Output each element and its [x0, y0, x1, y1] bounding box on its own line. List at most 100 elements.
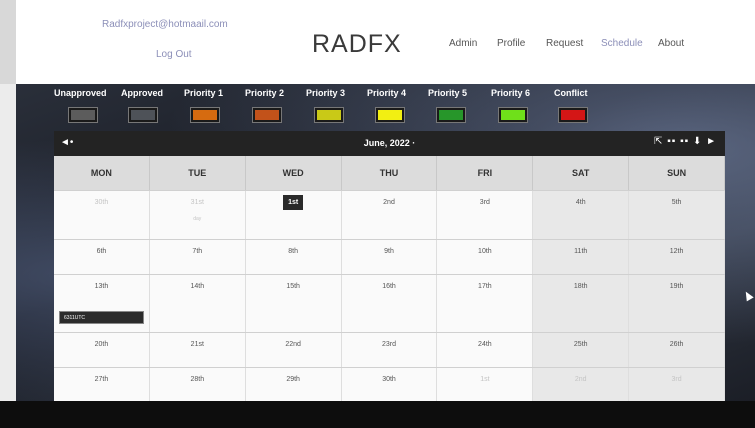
- calendar-week: 20th 21st 22nd 23rd 24th 25th 26th: [54, 332, 725, 367]
- day-cell[interactable]: 27th: [54, 368, 150, 402]
- calendar-view-controls[interactable]: ⇱ ▪▪ ▪▪ ⬇ ►: [654, 136, 717, 147]
- calendar-grid: 30th 31st day 1st 2nd 3rd 4th 5th 6th 7th…: [54, 190, 725, 402]
- day-cell[interactable]: 6th: [54, 240, 150, 274]
- bottom-bar: [0, 401, 755, 428]
- day-cell[interactable]: 9th: [341, 240, 438, 274]
- day-cell[interactable]: 1st: [437, 368, 534, 402]
- day-note: day: [193, 216, 202, 222]
- legend-label-priority-1: Priority 1: [184, 88, 224, 98]
- day-cell[interactable]: 25th: [533, 333, 630, 367]
- day-cell[interactable]: 23rd: [341, 333, 438, 367]
- day-cell[interactable]: 16th: [341, 275, 438, 332]
- day-cell[interactable]: 22nd: [245, 333, 342, 367]
- day-cell[interactable]: 8th: [245, 240, 342, 274]
- weekday-sun: SUN: [629, 156, 725, 190]
- day-cell[interactable]: 4th: [533, 191, 630, 239]
- day-number: 27th: [94, 376, 109, 383]
- user-email[interactable]: Radfxproject@hotmaail.com: [102, 19, 228, 30]
- nav-profile[interactable]: Profile: [497, 38, 525, 49]
- day-cell[interactable]: 5th: [629, 191, 725, 239]
- schedule-calendar: ◄• June, 2022 · ⇱ ▪▪ ▪▪ ⬇ ► MON TUE WED …: [54, 131, 725, 402]
- schedule-event[interactable]: 6311UTC: [59, 311, 144, 324]
- day-cell[interactable]: 18th: [533, 275, 630, 332]
- legend-swatch-priority-6: [498, 107, 528, 123]
- legend-label-priority-2: Priority 2: [245, 88, 285, 98]
- day-cell[interactable]: 30th: [341, 368, 438, 402]
- day-number: 16th: [382, 283, 396, 290]
- day-number: 14th: [190, 283, 205, 290]
- day-cell[interactable]: 30th: [54, 191, 150, 239]
- day-number: 28th: [190, 376, 205, 383]
- day-cell[interactable]: 12th: [629, 240, 725, 274]
- day-cell[interactable]: 7th: [149, 240, 246, 274]
- day-number: 18th: [573, 283, 588, 290]
- legend-label-priority-4: Priority 4: [367, 88, 407, 98]
- nav-request[interactable]: Request: [546, 38, 583, 49]
- day-cell[interactable]: 11th: [533, 240, 630, 274]
- legend-label-unapproved: Unapproved: [54, 88, 107, 98]
- day-number: 3rd: [479, 199, 490, 206]
- day-cell-today[interactable]: 1st: [245, 191, 342, 239]
- weekday-header: MON TUE WED THU FRI SAT SUN: [54, 156, 725, 190]
- day-cell[interactable]: 24th: [437, 333, 534, 367]
- day-number: 6th: [96, 248, 107, 255]
- day-number: 2nd: [383, 199, 395, 206]
- day-cell[interactable]: 2nd: [341, 191, 438, 239]
- day-number: 13th: [94, 283, 109, 290]
- day-number: 17th: [478, 283, 492, 290]
- legend-label-priority-3: Priority 3: [306, 88, 346, 98]
- day-cell[interactable]: 20th: [54, 333, 150, 367]
- day-cell[interactable]: 2nd: [533, 368, 630, 402]
- day-number: 7th: [192, 248, 203, 255]
- calendar-week: 27th 28th 29th 30th 1st 2nd 3rd: [54, 367, 725, 402]
- day-number: 30th: [94, 199, 109, 206]
- day-cell[interactable]: 29th: [245, 368, 342, 402]
- day-number: 22nd: [285, 341, 301, 348]
- weekday-fri: FRI: [437, 156, 534, 190]
- day-cell[interactable]: 17th: [437, 275, 534, 332]
- day-cell[interactable]: 14th: [149, 275, 246, 332]
- legend-swatch-approved: [128, 107, 158, 123]
- legend-swatch-priority-3: [314, 107, 344, 123]
- day-cell[interactable]: 31st day: [149, 191, 246, 239]
- month-title[interactable]: June, 2022 ·: [54, 138, 725, 148]
- calendar-week: 30th 31st day 1st 2nd 3rd 4th 5th: [54, 190, 725, 239]
- app-frame: Radfxproject@hotmaail.com Log Out RADFX …: [0, 0, 755, 428]
- weekday-wed: WED: [246, 156, 342, 190]
- day-number: 15th: [286, 283, 300, 290]
- day-number: 25th: [573, 341, 588, 348]
- day-cell[interactable]: 15th: [245, 275, 342, 332]
- nav-schedule[interactable]: Schedule: [601, 38, 643, 49]
- weekday-thu: THU: [342, 156, 438, 190]
- legend-label-priority-6: Priority 6: [491, 88, 531, 98]
- site-header: Radfxproject@hotmaail.com Log Out RADFX …: [16, 0, 755, 84]
- day-number: 5th: [671, 199, 682, 206]
- day-number: 29th: [286, 376, 300, 383]
- day-number: 9th: [384, 248, 394, 255]
- logout-link[interactable]: Log Out: [156, 49, 192, 60]
- day-number: 24th: [478, 341, 492, 348]
- day-number: 21st: [190, 341, 204, 348]
- weekday-tue: TUE: [150, 156, 246, 190]
- day-number: 8th: [288, 248, 299, 255]
- day-cell[interactable]: 10th: [437, 240, 534, 274]
- day-number: 19th: [669, 283, 684, 290]
- day-cell[interactable]: 26th: [629, 333, 725, 367]
- nav-admin[interactable]: Admin: [449, 38, 477, 49]
- day-cell[interactable]: 28th: [149, 368, 246, 402]
- day-number: 2nd: [574, 376, 587, 383]
- legend-label-priority-5: Priority 5: [428, 88, 468, 98]
- site-logo: RADFX: [312, 30, 402, 58]
- page-margin: [0, 84, 16, 402]
- legend-label-conflict: Conflict: [554, 88, 588, 98]
- day-cell[interactable]: 19th: [629, 275, 725, 332]
- day-number: 4th: [575, 199, 586, 206]
- day-cell[interactable]: 13th 6311UTC: [54, 275, 150, 332]
- weekday-sat: SAT: [533, 156, 630, 190]
- day-cell[interactable]: 3rd: [629, 368, 725, 402]
- day-cell[interactable]: 21st: [149, 333, 246, 367]
- day-number: 31st: [190, 199, 204, 206]
- nav-about[interactable]: About: [658, 38, 684, 49]
- day-number: 12th: [669, 248, 684, 255]
- day-cell[interactable]: 3rd: [437, 191, 534, 239]
